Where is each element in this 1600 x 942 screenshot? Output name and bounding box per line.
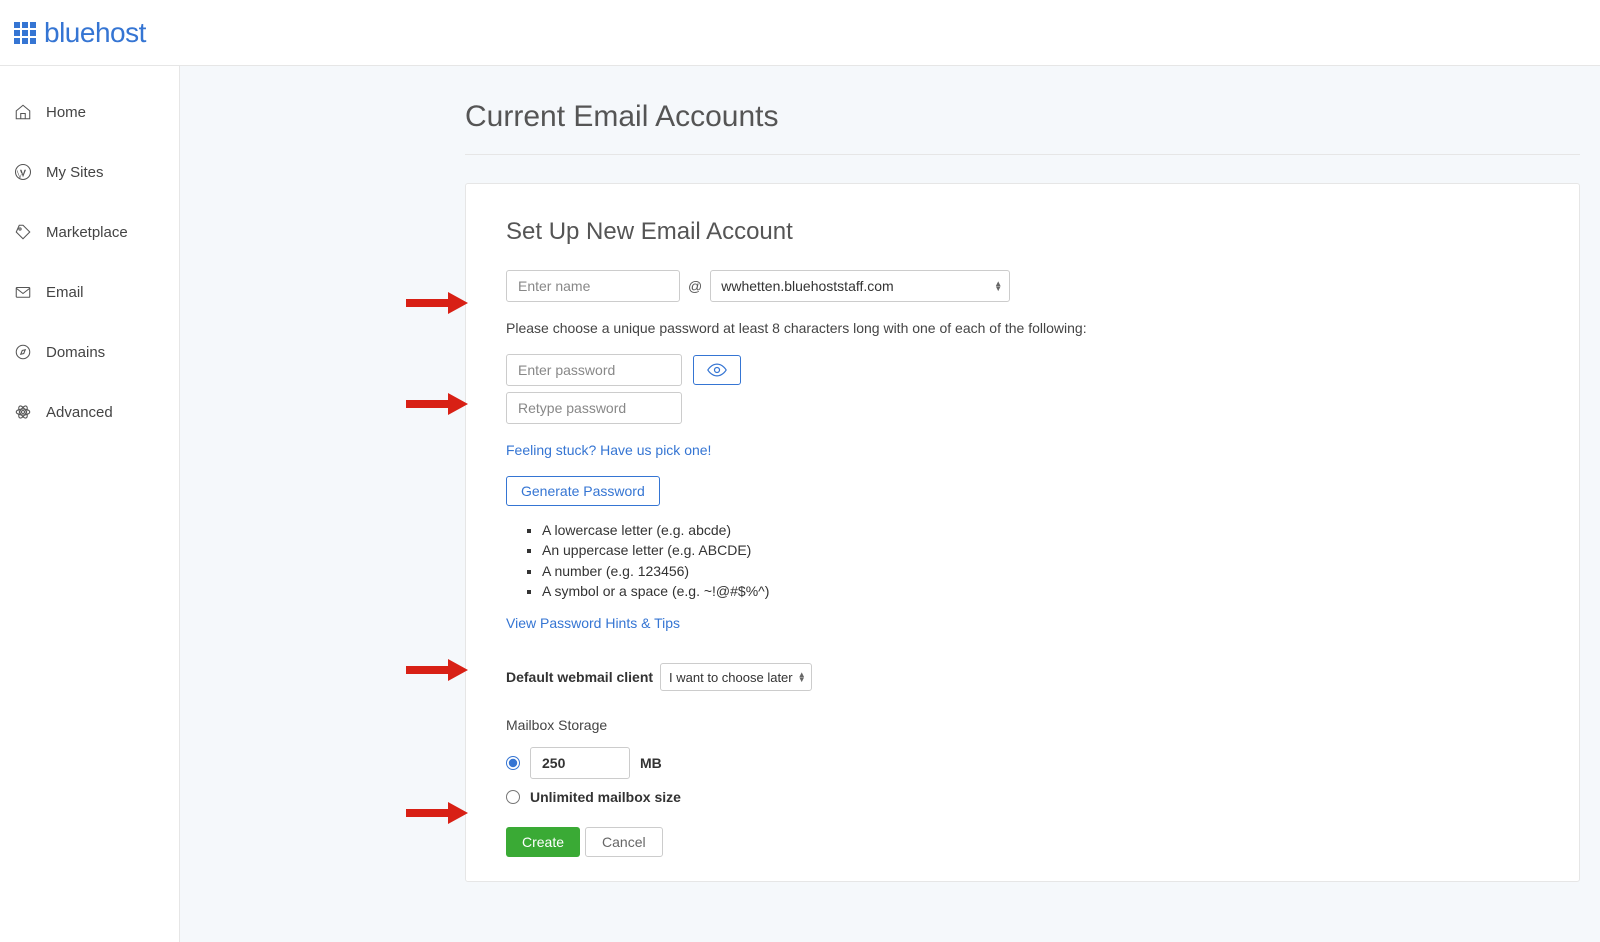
sidebar-item-label: Marketplace — [46, 224, 128, 241]
sidebar: Home My Sites Marketplace Email Domains … — [0, 66, 180, 942]
storage-unlimited-radio[interactable] — [506, 790, 520, 804]
retype-password-input[interactable] — [506, 392, 682, 424]
unlimited-storage-label: Unlimited mailbox size — [530, 789, 681, 805]
email-name-input[interactable] — [506, 270, 680, 302]
password-instruction: Please choose a unique password at least… — [506, 320, 1539, 336]
password-rule: A lowercase letter (e.g. abcde) — [542, 520, 1539, 540]
page-title: Current Email Accounts — [465, 100, 1580, 155]
password-rule: A symbol or a space (e.g. ~!@#$%^) — [542, 581, 1539, 601]
domain-select-value: wwhetten.bluehoststaff.com — [721, 278, 894, 294]
sidebar-item-label: Domains — [46, 344, 105, 361]
show-password-button[interactable] — [693, 355, 741, 385]
card-title: Set Up New Email Account — [506, 218, 1539, 246]
eye-icon — [707, 363, 727, 377]
brand-name: bluehost — [44, 17, 146, 49]
grid-icon — [14, 22, 36, 44]
brand-logo[interactable]: bluehost — [14, 17, 146, 49]
create-button[interactable]: Create — [506, 827, 580, 857]
password-input[interactable] — [506, 354, 682, 386]
sidebar-item-marketplace[interactable]: Marketplace — [0, 202, 179, 262]
annotation-arrow — [406, 659, 468, 686]
storage-size-input[interactable] — [530, 747, 630, 779]
header: bluehost — [0, 0, 1600, 66]
wordpress-icon — [14, 163, 32, 181]
at-symbol: @ — [688, 278, 702, 294]
webmail-client-label: Default webmail client — [506, 669, 653, 685]
sidebar-item-domains[interactable]: Domains — [0, 322, 179, 382]
mailbox-storage-label: Mailbox Storage — [506, 717, 1539, 733]
password-hints-link[interactable]: View Password Hints & Tips — [506, 615, 680, 631]
sidebar-item-my-sites[interactable]: My Sites — [0, 142, 179, 202]
home-icon — [14, 103, 32, 121]
password-rules-list: A lowercase letter (e.g. abcde) An upper… — [542, 520, 1539, 601]
cancel-button[interactable]: Cancel — [585, 827, 663, 857]
domain-select[interactable]: wwhetten.bluehoststaff.com ▲▼ — [710, 270, 1010, 302]
main-content: Current Email Accounts Set Up New Email … — [180, 66, 1600, 942]
tag-icon — [14, 223, 32, 241]
webmail-client-select[interactable]: I want to choose later ▲▼ — [660, 663, 812, 691]
sidebar-item-label: My Sites — [46, 164, 104, 181]
chevron-updown-icon: ▲▼ — [994, 281, 1002, 291]
generate-password-button[interactable]: Generate Password — [506, 476, 660, 506]
compass-icon — [14, 343, 32, 361]
sidebar-item-label: Home — [46, 104, 86, 121]
sidebar-item-label: Advanced — [46, 404, 113, 421]
password-help-link[interactable]: Feeling stuck? Have us pick one! — [506, 442, 711, 458]
sidebar-item-advanced[interactable]: Advanced — [0, 382, 179, 442]
sidebar-item-label: Email — [46, 284, 84, 301]
sidebar-item-home[interactable]: Home — [0, 82, 179, 142]
annotation-arrow — [406, 393, 468, 420]
annotation-arrow — [406, 802, 468, 829]
password-rule: An uppercase letter (e.g. ABCDE) — [542, 540, 1539, 560]
webmail-client-value: I want to choose later — [669, 670, 793, 685]
storage-unit-label: MB — [640, 755, 662, 771]
storage-fixed-radio[interactable] — [506, 756, 520, 770]
sidebar-item-email[interactable]: Email — [0, 262, 179, 322]
mail-icon — [14, 283, 32, 301]
atom-icon — [14, 403, 32, 421]
email-setup-card: Set Up New Email Account @ wwhetten.blue… — [465, 183, 1580, 882]
chevron-updown-icon: ▲▼ — [798, 672, 806, 682]
annotation-arrow — [406, 292, 468, 319]
password-rule: A number (e.g. 123456) — [542, 561, 1539, 581]
